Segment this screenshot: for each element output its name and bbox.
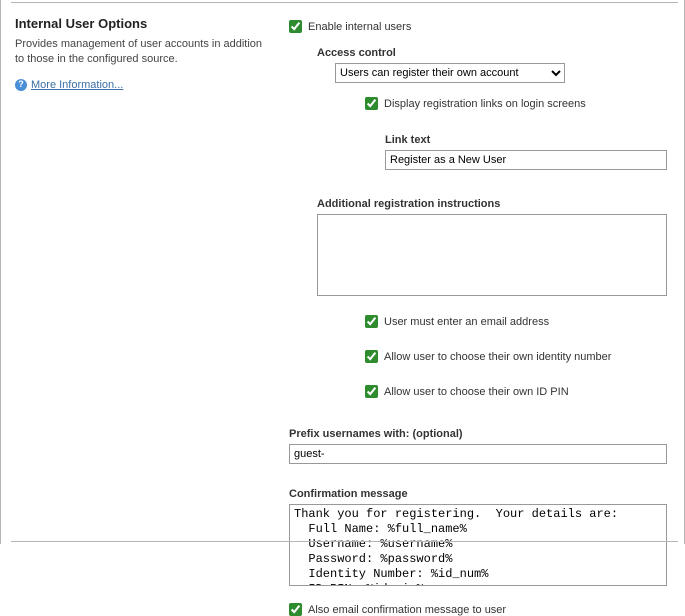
prefix-usernames-input[interactable] xyxy=(289,444,667,464)
info-icon: ? xyxy=(15,79,27,91)
also-email-checkbox[interactable] xyxy=(289,603,302,616)
link-text-label: Link text xyxy=(385,134,667,146)
also-email-label: Also email confirmation message to user xyxy=(308,604,506,616)
form-panel: Enable internal users Access control Use… xyxy=(279,10,685,534)
additional-instructions-label: Additional registration instructions xyxy=(317,198,667,210)
choose-identity-label: Allow user to choose their own identity … xyxy=(384,351,611,363)
access-control-select[interactable]: Users can register their own account xyxy=(335,63,565,83)
additional-instructions-textarea[interactable] xyxy=(317,214,667,296)
must-enter-email-label: User must enter an email address xyxy=(384,316,549,328)
choose-pin-checkbox[interactable] xyxy=(365,385,378,398)
more-information-link[interactable]: More Information... xyxy=(31,79,123,91)
prefix-usernames-label: Prefix usernames with: (optional) xyxy=(289,428,667,440)
enable-internal-users-checkbox[interactable] xyxy=(289,20,302,33)
link-text-input[interactable] xyxy=(385,150,667,170)
left-panel: Internal User Options Provides managemen… xyxy=(1,10,279,534)
enable-internal-users-label: Enable internal users xyxy=(308,21,411,33)
page-title: Internal User Options xyxy=(15,16,269,31)
confirmation-message-label: Confirmation message xyxy=(289,488,667,500)
access-control-label: Access control xyxy=(317,47,667,59)
must-enter-email-checkbox[interactable] xyxy=(365,315,378,328)
page-description: Provides management of user accounts in … xyxy=(15,37,269,67)
confirmation-message-textarea[interactable] xyxy=(289,504,667,586)
choose-identity-checkbox[interactable] xyxy=(365,350,378,363)
choose-pin-label: Allow user to choose their own ID PIN xyxy=(384,386,569,398)
display-registration-links-checkbox[interactable] xyxy=(365,97,378,110)
display-registration-links-label: Display registration links on login scre… xyxy=(384,98,586,110)
